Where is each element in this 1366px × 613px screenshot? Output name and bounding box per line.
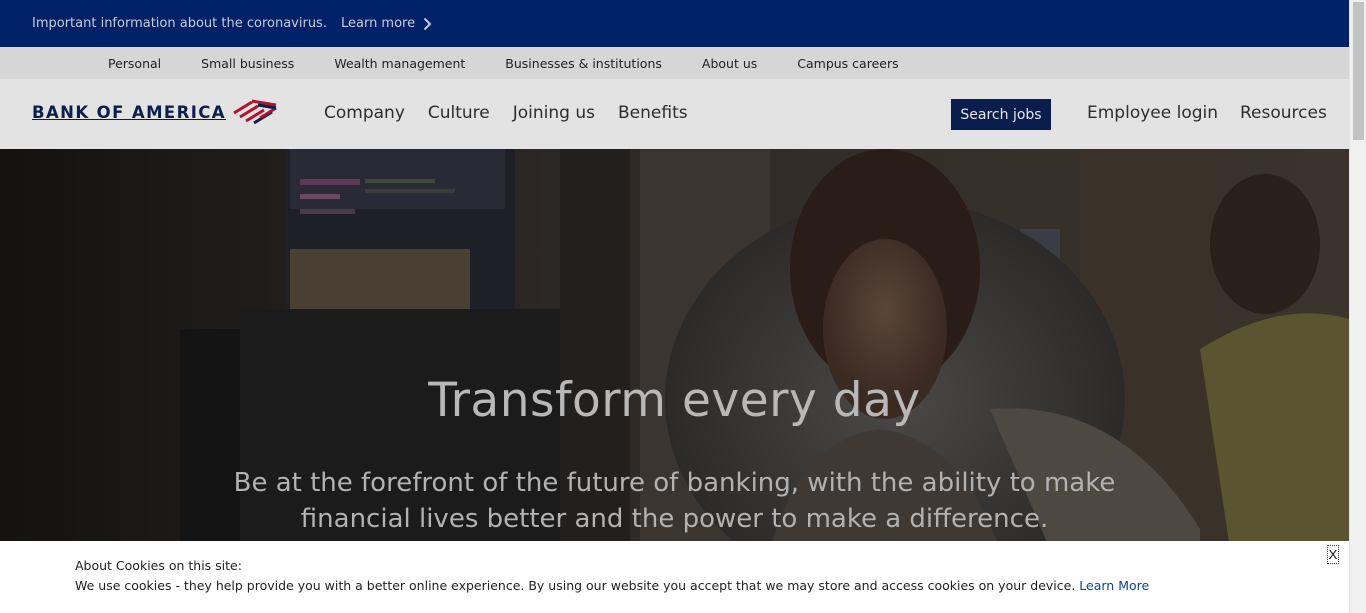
utility-nav-small-business[interactable]: Small business xyxy=(201,56,294,71)
chevron-right-icon xyxy=(423,17,432,30)
employee-login-link[interactable]: Employee login xyxy=(1087,103,1218,123)
utility-nav: Personal Small business Wealth managemen… xyxy=(0,47,1349,79)
cookie-banner: About Cookies on this site: We use cooki… xyxy=(0,541,1349,613)
cookie-close-button[interactable]: X xyxy=(1327,545,1339,564)
utility-nav-wealth-management[interactable]: Wealth management xyxy=(334,56,465,71)
cookie-text: We use cookies - they help provide you w… xyxy=(75,578,1149,593)
vertical-scrollbar[interactable] xyxy=(1349,0,1366,613)
page: Important information about the coronavi… xyxy=(0,0,1349,613)
cookie-title: About Cookies on this site: xyxy=(75,558,242,573)
hero-title: Transform every day xyxy=(428,373,921,428)
logo-text: BANK OF AMERICA xyxy=(32,102,226,122)
utility-nav-campus-careers[interactable]: Campus careers xyxy=(797,56,898,71)
cookie-learn-more-link[interactable]: Learn More xyxy=(1079,578,1149,593)
alert-bar: Important information about the coronavi… xyxy=(0,0,1349,47)
nav-benefits[interactable]: Benefits xyxy=(618,103,688,123)
primary-nav: Company Culture Joining us Benefits xyxy=(324,103,711,123)
scrollbar-thumb[interactable] xyxy=(1353,2,1364,140)
nav-joining-us[interactable]: Joining us xyxy=(513,103,595,123)
utility-nav-about-us[interactable]: About us xyxy=(702,56,757,71)
main-header: BANK OF AMERICA Company Culture Joining … xyxy=(0,79,1349,149)
hero-subtitle: Be at the forefront of the future of ban… xyxy=(233,468,1116,534)
nav-company[interactable]: Company xyxy=(324,103,405,123)
utility-nav-businesses-institutions[interactable]: Businesses & institutions xyxy=(505,56,662,71)
hero-banner: Transform every day Be at the forefront … xyxy=(0,149,1349,549)
alert-text: Important information about the coronavi… xyxy=(32,16,327,31)
cookie-message: We use cookies - they help provide you w… xyxy=(75,578,1076,593)
alert-learn-more-link[interactable]: Learn more xyxy=(341,16,432,31)
nav-culture[interactable]: Culture xyxy=(428,103,490,123)
flag-logo-icon xyxy=(233,99,277,125)
utility-nav-personal[interactable]: Personal xyxy=(108,56,161,71)
alert-link-label: Learn more xyxy=(340,16,416,31)
search-jobs-button[interactable]: Search jobs xyxy=(951,99,1051,130)
resources-link[interactable]: Resources xyxy=(1240,103,1327,123)
bank-of-america-logo[interactable]: BANK OF AMERICA xyxy=(32,99,278,125)
